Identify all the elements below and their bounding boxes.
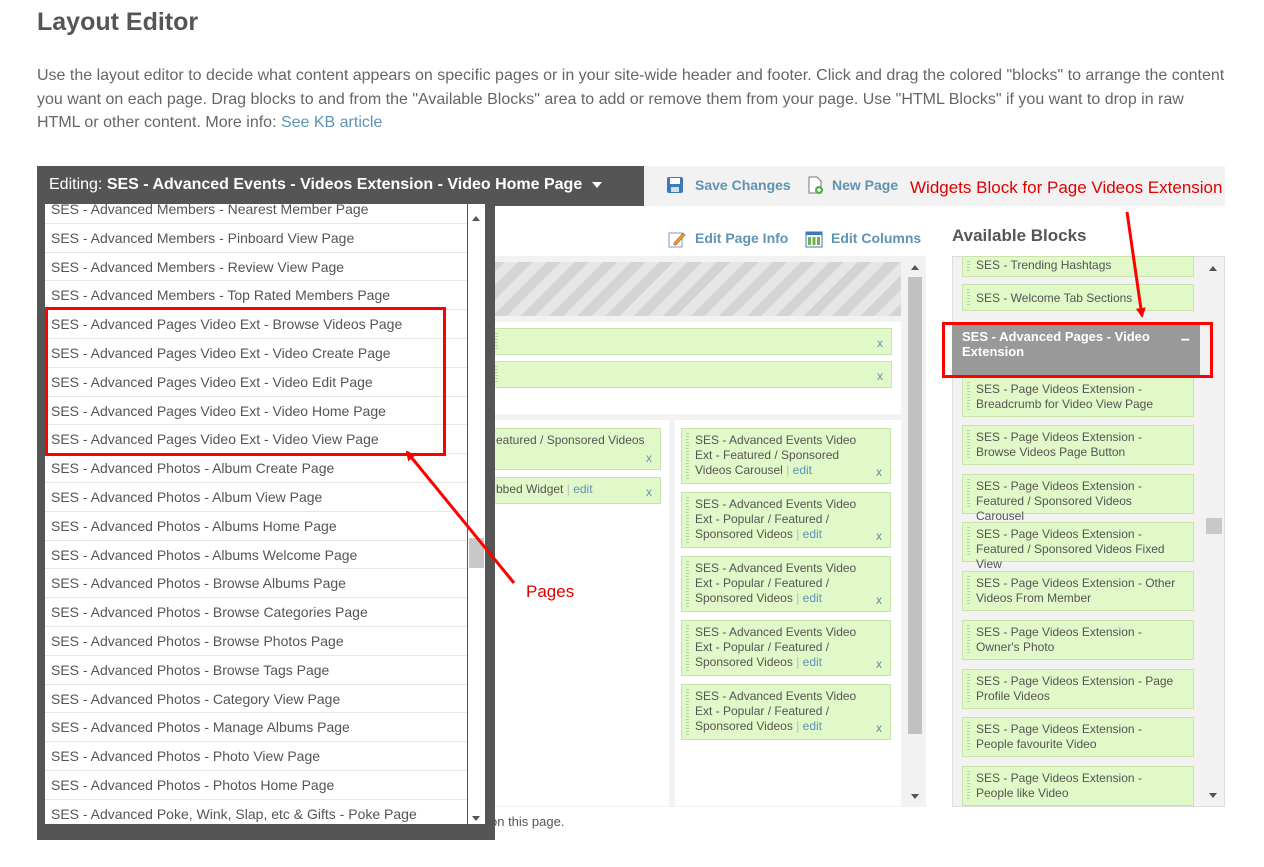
remove-block-button[interactable]: x xyxy=(876,593,882,608)
page-option[interactable]: SES - Advanced Poke, Wink, Slap, etc & G… xyxy=(45,800,467,824)
edit-block-link[interactable]: edit xyxy=(793,463,812,477)
layout-block[interactable]: SES - Advanced Events Video Ext - Popula… xyxy=(681,556,891,612)
widgets-annotation-label: Widgets Block for Page Videos Extension xyxy=(910,178,1223,197)
block-label: SES - Page Videos Extension - Page Profi… xyxy=(976,674,1174,703)
page-list: SES - Advanced Members - Nearest Member … xyxy=(45,204,467,824)
page-option[interactable]: SES - Advanced Photos - Browse Categorie… xyxy=(45,598,467,627)
caret-down-icon[interactable] xyxy=(592,181,603,188)
page-title: Layout Editor xyxy=(37,8,199,36)
widgets-highlight-box xyxy=(942,322,1213,378)
page-option[interactable]: SES - Advanced Photos - Album Create Pag… xyxy=(45,454,467,483)
dropdown-scrollbar[interactable] xyxy=(468,204,485,824)
block-label: SES - Advanced Events Video Ext - Popula… xyxy=(695,689,857,733)
page-option[interactable]: SES - Advanced Photos - Photo View Page xyxy=(45,742,467,771)
remove-block-button[interactable]: x xyxy=(876,657,882,672)
edit-block-link[interactable]: edit xyxy=(803,527,822,541)
remove-block-button[interactable]: x xyxy=(876,529,882,544)
edit-block-link[interactable]: edit xyxy=(803,655,822,669)
edit-block-link[interactable]: edit xyxy=(803,719,822,733)
remove-block-button[interactable]: x xyxy=(646,485,652,500)
page-option[interactable]: SES - Advanced Members - Nearest Member … xyxy=(45,204,467,224)
remove-block-button[interactable]: x xyxy=(876,721,882,736)
available-block[interactable]: SES - Page Videos Extension - Page Profi… xyxy=(962,669,1194,709)
available-block[interactable]: SES - Page Videos Extension - Other Vide… xyxy=(962,571,1194,611)
available-block[interactable]: SES - Page Videos Extension - Owner's Ph… xyxy=(962,620,1194,660)
block-label: SES - Advanced Events Video Ext - Popula… xyxy=(695,497,857,541)
edit-block-link[interactable]: edit xyxy=(573,482,592,496)
page-selector[interactable]: Editing: SES - Advanced Events - Videos … xyxy=(37,166,644,206)
page-option[interactable]: SES - Advanced Members - Pinboard View P… xyxy=(45,224,467,253)
layout-block[interactable]: x xyxy=(490,361,892,388)
editor-scrollbar[interactable] xyxy=(906,262,924,806)
block-label: SES - Trending Hashtags xyxy=(976,258,1112,272)
edit-block-link[interactable]: edit xyxy=(803,591,822,605)
remove-block-button[interactable]: x xyxy=(876,465,882,480)
block-label: SES - Page Videos Extension - Breadcrumb… xyxy=(976,382,1153,411)
remove-block-button[interactable]: x xyxy=(877,369,883,384)
available-block[interactable]: SES - Page Videos Extension - People fav… xyxy=(962,717,1194,757)
block-label: SES - Advanced Events Video Ext - Popula… xyxy=(695,625,857,669)
block-label: SES - Page Videos Extension - Owner's Ph… xyxy=(976,625,1142,654)
scrollbar-thumb[interactable] xyxy=(1206,518,1222,534)
scrollbar-thumb[interactable] xyxy=(908,277,922,734)
edit-columns-icon[interactable] xyxy=(805,230,823,248)
editing-label: Editing: xyxy=(49,176,103,193)
available-blocks-title: Available Blocks xyxy=(952,226,1087,245)
header-placeholder xyxy=(490,262,901,316)
available-block[interactable]: SES - Page Videos Extension - People lik… xyxy=(962,766,1194,806)
page-option[interactable]: SES - Advanced Photos - Browse Photos Pa… xyxy=(45,627,467,656)
scrollbar-thumb[interactable] xyxy=(469,538,484,568)
block-label: SES - Advanced Events Video Ext - Featur… xyxy=(695,433,857,477)
page-option[interactable]: SES - Advanced Members - Top Rated Membe… xyxy=(45,281,467,311)
available-block[interactable]: SES - Welcome Tab Sections xyxy=(962,284,1194,311)
page-option[interactable]: SES - Advanced Photos - Album View Page xyxy=(45,483,467,512)
edit-page-info-button[interactable]: Edit Page Info xyxy=(695,230,788,246)
page-dropdown-menu: SES - Advanced Members - Nearest Member … xyxy=(37,204,495,840)
block-label: SES - Page Videos Extension - People fav… xyxy=(976,722,1142,751)
page-option[interactable]: SES - Advanced Photos - Albums Welcome P… xyxy=(45,541,467,570)
page-option[interactable]: SES - Advanced Photos - Photos Home Page xyxy=(45,771,467,800)
available-block[interactable]: SES - Page Videos Extension - Breadcrumb… xyxy=(962,377,1194,417)
available-block[interactable]: SES - Page Videos Extension - Featured /… xyxy=(962,522,1194,571)
page-description: Use the layout editor to decide what con… xyxy=(37,64,1227,135)
layout-block[interactable]: SES - Advanced Events Video Ext - Popula… xyxy=(681,684,891,740)
save-changes-button[interactable]: Save Changes xyxy=(695,177,791,193)
page-option[interactable]: SES - Advanced Photos - Manage Albums Pa… xyxy=(45,713,467,743)
block-label: SES - Page Videos Extension - Browse Vid… xyxy=(976,430,1142,459)
layout-block[interactable]: SES - Advanced Events Video Ext - Featur… xyxy=(681,428,891,484)
remove-block-button[interactable]: x xyxy=(877,336,883,351)
save-icon[interactable] xyxy=(666,176,684,194)
pages-annotation-label: Pages xyxy=(526,582,575,601)
block-label: SES - Page Videos Extension - Other Vide… xyxy=(976,576,1176,605)
block-label: SES - Advanced Events Video Ext - Popula… xyxy=(695,561,857,605)
available-block[interactable]: SES - Trending Hashtags xyxy=(962,256,1194,277)
editing-page-name: SES - Advanced Events - Videos Extension… xyxy=(106,176,583,193)
edit-columns-button[interactable]: Edit Columns xyxy=(831,230,921,246)
pages-highlight-box xyxy=(45,307,446,456)
layout-block[interactable]: bbed Widget | edit x xyxy=(482,477,661,504)
new-page-button[interactable]: New Page xyxy=(832,177,898,193)
layout-block[interactable]: eatured / Sponsored Videos x xyxy=(482,428,661,470)
available-block[interactable]: SES - Page Videos Extension - Featured /… xyxy=(962,474,1194,523)
available-block[interactable]: SES - Page Videos Extension - Browse Vid… xyxy=(962,425,1194,465)
page-option[interactable]: SES - Advanced Photos - Browse Albums Pa… xyxy=(45,569,467,599)
block-label: eatured / Sponsored Videos xyxy=(496,433,645,447)
footnote-text: on this page. xyxy=(490,814,565,829)
block-label: SES - Page Videos Extension - People lik… xyxy=(976,771,1142,800)
page-option[interactable]: SES - Advanced Photos - Category View Pa… xyxy=(45,685,467,714)
edit-page-info-icon[interactable] xyxy=(668,230,686,248)
remove-block-button[interactable]: x xyxy=(646,451,652,466)
description-text: Use the layout editor to decide what con… xyxy=(37,67,1225,131)
new-page-icon[interactable] xyxy=(806,176,824,194)
layout-block[interactable]: SES - Advanced Events Video Ext - Popula… xyxy=(681,620,891,676)
page-option[interactable]: SES - Advanced Members - Review View Pag… xyxy=(45,253,467,282)
page-option[interactable]: SES - Advanced Photos - Browse Tags Page xyxy=(45,656,467,685)
layout-block[interactable]: x xyxy=(490,328,892,355)
block-label: SES - Welcome Tab Sections xyxy=(976,291,1133,305)
block-label: bbed Widget xyxy=(496,482,564,496)
layout-block[interactable]: SES - Advanced Events Video Ext - Popula… xyxy=(681,492,891,548)
page-option[interactable]: SES - Advanced Photos - Albums Home Page xyxy=(45,512,467,541)
kb-article-link[interactable]: See KB article xyxy=(281,114,382,131)
